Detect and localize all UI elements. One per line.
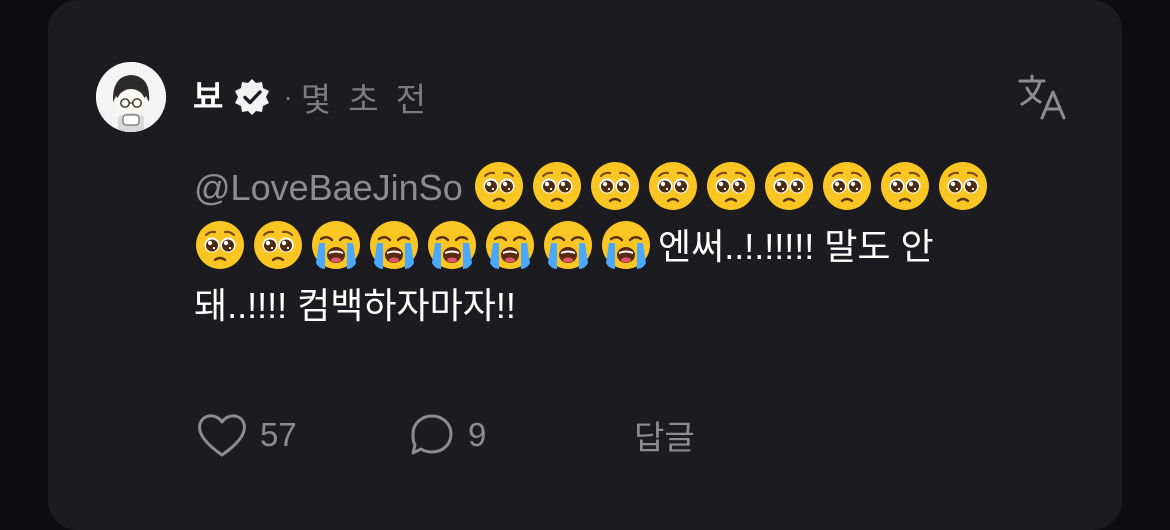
loudly-crying-face-emoji: [368, 219, 420, 271]
pleading-face-emoji: [937, 160, 989, 212]
heart-icon: [198, 414, 246, 457]
mention-link[interactable]: @LoveBaeJinSo: [194, 167, 463, 208]
post-time: 몇 초 전: [300, 81, 431, 118]
comment-count: 9: [468, 416, 487, 453]
loudly-crying-face-emoji: [310, 219, 362, 271]
action-bar: 57 9 답글: [196, 410, 796, 460]
comment-icon: [411, 414, 453, 455]
post-header: 뵤 · 몇 초 전: [193, 74, 430, 120]
pleading-face-emoji: [589, 160, 641, 212]
loudly-crying-face-emoji: [426, 219, 478, 271]
pleading-face-emoji: [473, 160, 525, 212]
like-button[interactable]: 57: [196, 410, 297, 460]
verified-badge-icon: [235, 79, 270, 115]
pleading-face-emoji: [879, 160, 931, 212]
time-separator: ·: [283, 81, 293, 112]
pleading-face-emoji: [821, 160, 873, 212]
username[interactable]: 뵤: [193, 74, 223, 120]
post-body: @LoveBaeJinSo 엔써..!.!!!!! 말도 안 돼..!!!! 컴…: [194, 158, 1034, 335]
loudly-crying-face-emoji: [600, 219, 652, 271]
pleading-face-emoji: [252, 219, 304, 271]
reply-label: 답글: [634, 419, 695, 456]
like-count: 57: [260, 416, 297, 453]
reply-button[interactable]: 답글: [634, 410, 695, 460]
pleading-face-emoji: [647, 160, 699, 212]
pleading-face-emoji: [705, 160, 757, 212]
pleading-face-emoji: [531, 160, 583, 212]
loudly-crying-face-emoji: [542, 219, 594, 271]
avatar[interactable]: [96, 62, 166, 132]
pleading-face-emoji: [194, 219, 246, 271]
translate-icon[interactable]: [1016, 72, 1070, 122]
comment-button[interactable]: 9: [408, 410, 486, 460]
loudly-crying-face-emoji: [484, 219, 536, 271]
pleading-face-emoji: [763, 160, 815, 212]
